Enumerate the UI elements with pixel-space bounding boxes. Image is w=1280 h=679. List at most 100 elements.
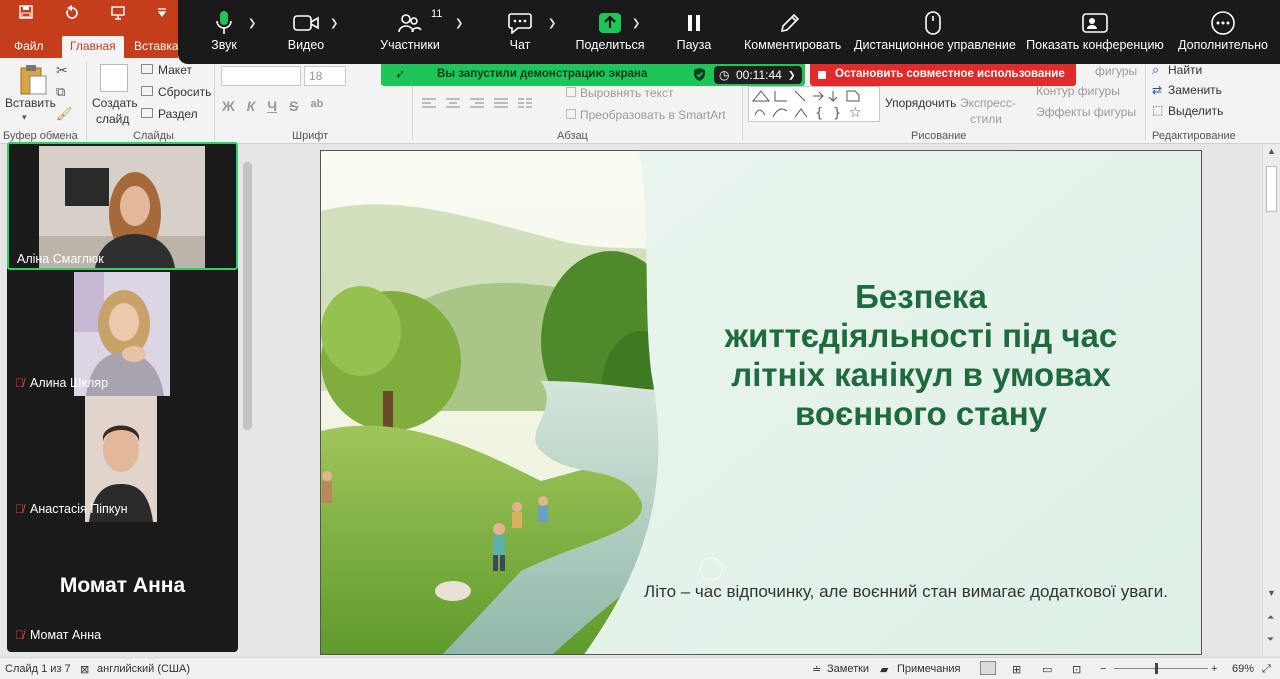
remote-control-button[interactable]: Дистанционное управление [854,8,1016,60]
font-size-box[interactable]: 18 [304,66,346,86]
italic-button[interactable]: К [247,98,256,114]
fit-slide-icon[interactable]: ⤢ [1262,663,1271,676]
shapes-gallery[interactable]: { } ☆ [748,86,880,122]
underline-button[interactable]: Ч [267,98,277,114]
language-status[interactable]: английский (США) [97,663,190,675]
share-banner[interactable]: ➶ Вы запустили демонстрацию экрана ◷ 00:… [381,64,805,86]
shape-fill-button[interactable]: фигуры [1095,64,1137,78]
shape-outline-button[interactable]: Контур фигуры [1036,84,1120,98]
svg-text:☆: ☆ [849,105,862,121]
tab-file[interactable]: Файл [6,36,52,58]
paste-button[interactable]: Вставить [5,96,56,110]
reading-view-icon[interactable]: ▭ [1042,663,1052,676]
cut-icon[interactable]: ✂ [56,62,68,79]
arrange-button[interactable]: Упорядочить [885,96,956,110]
share-button[interactable]: Поделиться [574,8,646,60]
justify-icon[interactable] [494,98,508,110]
new-slide-button[interactable]: Создать [92,96,138,110]
quick-styles-label-2[interactable]: стили [970,112,1002,126]
video-button[interactable]: Видео [286,8,326,60]
audio-button[interactable]: Звук [204,8,244,60]
replace-button[interactable]: Заменить [1168,83,1222,97]
slide-sorter-icon[interactable]: ⊞ [1012,663,1021,676]
align-left-icon[interactable] [422,98,436,110]
slide-subtitle[interactable]: Літо – час відпочинку, але воєнний стан … [621,582,1191,602]
scrollbar-thumb[interactable] [1266,166,1277,212]
paste-chevron-icon[interactable]: ▾ [22,112,27,123]
columns-icon[interactable] [518,98,532,110]
participant-tile[interactable]: 🎙̸ Алина Шкляр [7,270,238,396]
proofing-icon[interactable]: ⊠ [80,663,89,676]
scroll-down-icon[interactable]: ▼ [1267,588,1276,598]
section-button[interactable]: Раздел [158,107,198,121]
align-text-button[interactable]: Выровнять текст [580,86,673,100]
participant-tile[interactable]: Момат Анна 🎙̸ Момат Анна [7,522,238,652]
format-painter-icon[interactable]: 🖌 [56,106,73,122]
select-icon: ⬚ [1152,103,1164,117]
scroll-up-icon[interactable]: ▲ [1267,146,1276,156]
group-drawing: Рисование [911,130,967,142]
quick-styles-button[interactable]: Экспресс- [960,96,1016,110]
stop-share-button[interactable]: Остановить совместное использование [810,64,1076,86]
find-button[interactable]: Найти [1168,63,1202,77]
pause-share-button[interactable]: Пауза [674,8,714,60]
align-center-icon[interactable] [446,98,460,110]
next-slide-icon[interactable]: ⏷ [1267,634,1274,645]
char-spacing-button[interactable]: ab [310,98,323,114]
chat-button[interactable]: Чат [500,8,540,60]
show-meeting-button[interactable]: Показать конференцию [1026,8,1164,60]
group-editing: Редактирование [1152,130,1236,142]
drag-handle-icon[interactable]: ➶ [395,67,405,81]
strike-button[interactable]: S [289,98,298,114]
bold-button[interactable]: Ж [222,98,235,114]
font-style-buttons: Ж К Ч S ab [222,98,323,114]
new-slide-icon[interactable] [100,64,128,92]
font-name-box[interactable] [221,66,301,86]
zoom-slider-thumb[interactable] [1155,663,1158,674]
shape-effects-button[interactable]: Эффекты фигуры [1036,105,1136,119]
notes-button[interactable]: Заметки [827,663,869,675]
align-right-icon[interactable] [470,98,484,110]
tab-home[interactable]: Главная [62,36,124,58]
participant-tile[interactable]: 🎙̸ Анастасія Піпкун [7,396,238,522]
slide-title-line: літніх канікул в умовах [731,356,1111,393]
normal-view-icon[interactable] [980,661,996,675]
thumbnail-scrollbar-thumb[interactable] [243,162,252,430]
participants-chevron-icon[interactable]: ❯ [455,18,463,29]
participant-name-row: 🎙̸ Алина Шкляр [15,376,108,390]
slide-vertical-scrollbar[interactable]: ▲ ▼ ⏶ ⏷ [1262,144,1280,656]
undo-icon[interactable] [62,5,82,25]
audio-chevron-icon[interactable]: ❯ [248,18,256,29]
video-label: Видео [287,38,325,52]
more-button[interactable]: Дополнительно [1176,8,1270,60]
mouse-icon [854,8,1012,38]
select-button[interactable]: Выделить [1168,104,1223,118]
thumbnail-scroll[interactable] [238,144,256,656]
layout-button[interactable]: Макет [158,63,192,77]
participant-display-name: Момат Анна [59,574,186,597]
customize-qat-icon[interactable] [152,5,172,22]
chat-chevron-icon[interactable]: ❯ [548,18,556,29]
present-icon[interactable] [108,5,128,25]
save-icon[interactable] [16,5,36,23]
copy-icon[interactable]: ⧉ [56,84,65,100]
microphone-icon [204,8,244,38]
share-chevron-icon[interactable]: ❯ [632,18,640,29]
paste-icon[interactable] [18,64,48,99]
zoom-in-icon[interactable]: + [1211,663,1217,675]
video-chevron-icon[interactable]: ❯ [330,18,338,29]
participant-tile-active[interactable]: Аліна Смаглюк [7,142,238,270]
prev-slide-icon[interactable]: ⏶ [1267,612,1274,623]
slideshow-icon[interactable]: ⊡ [1072,663,1081,676]
zoom-level[interactable]: 69% [1232,663,1254,675]
slide-title[interactable]: Безпека життєдіяльності під час літніх к… [651,277,1191,433]
comments-button[interactable]: Примечания [897,663,961,675]
slide-canvas[interactable]: Безпека життєдіяльності під час літніх к… [320,150,1202,655]
new-slide-label-2[interactable]: слайд [96,112,129,126]
zoom-out-icon[interactable]: − [1100,663,1106,675]
smartart-button[interactable]: Преобразовать в SmartArt [580,108,726,122]
zoom-slider[interactable] [1114,668,1208,669]
reset-button[interactable]: Сбросить [158,85,211,99]
annotate-button[interactable]: Комментировать [744,8,841,60]
share-timer[interactable]: ◷ 00:11:44 ❯ [714,66,802,84]
